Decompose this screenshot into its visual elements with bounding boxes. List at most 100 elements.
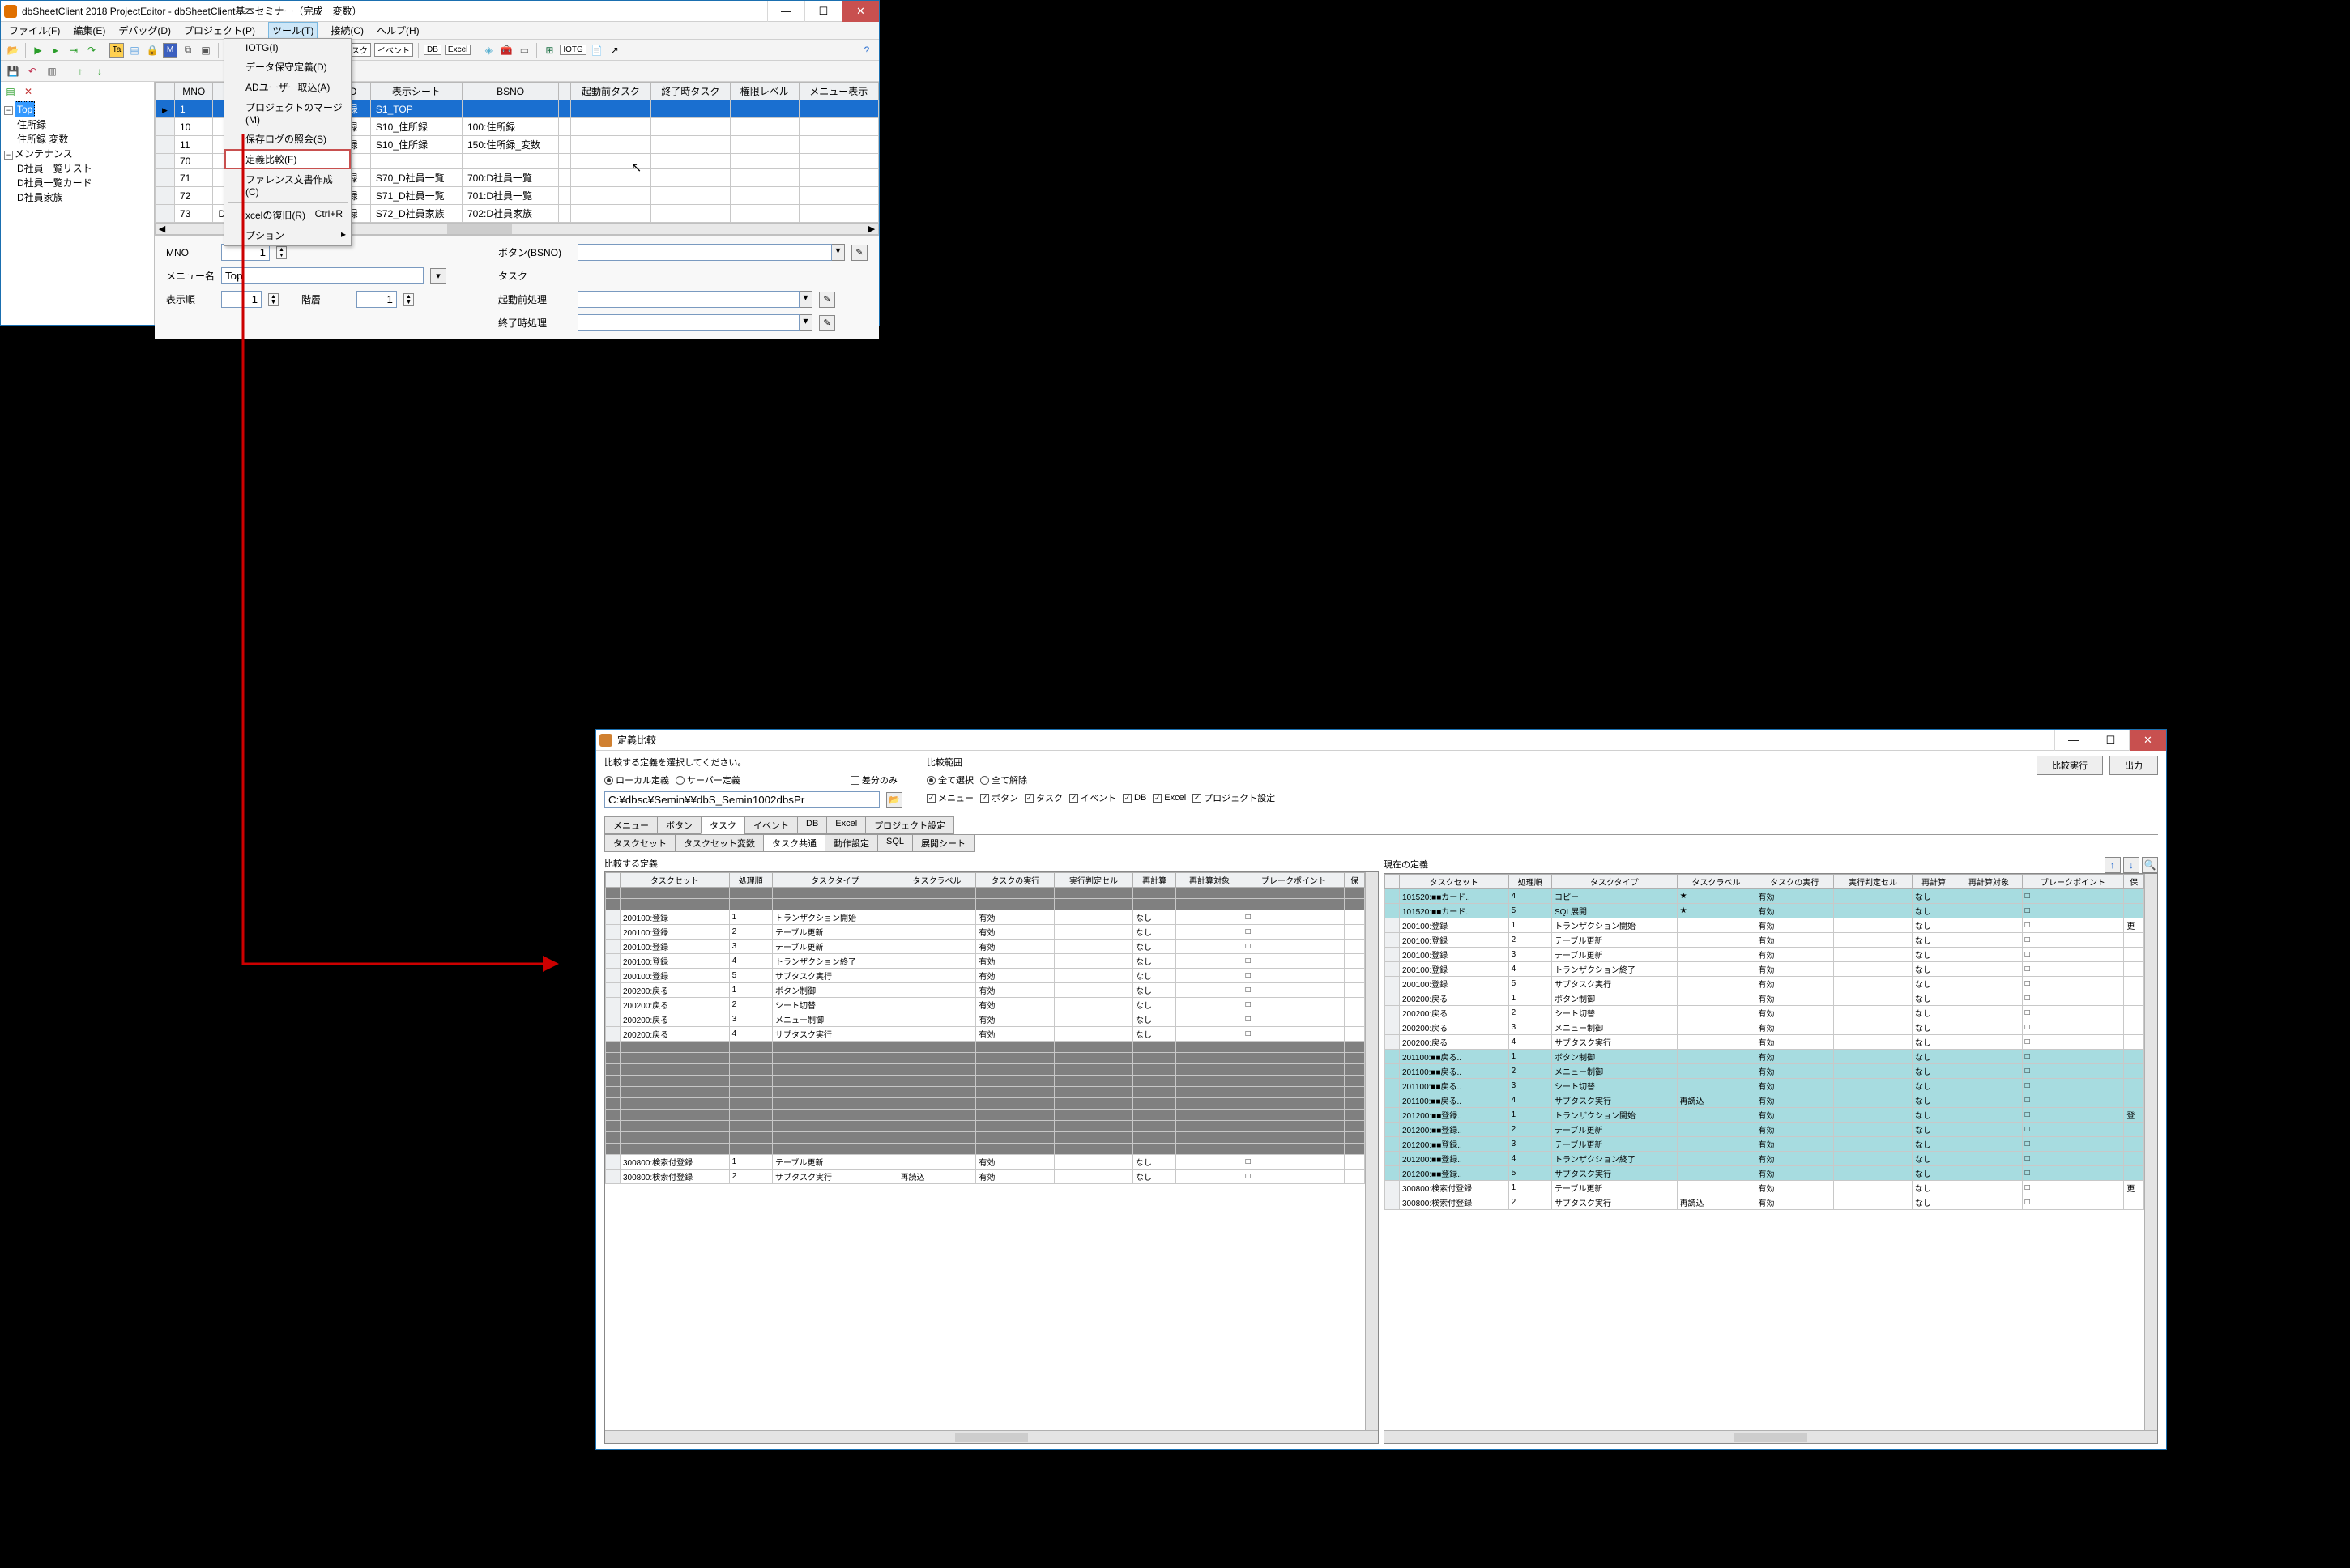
- row-header[interactable]: [1385, 991, 1400, 1006]
- tree-root[interactable]: −Top: [4, 101, 151, 117]
- cell[interactable]: 更: [2124, 1181, 2144, 1195]
- row-header[interactable]: [606, 983, 621, 998]
- col-header[interactable]: タスクセット: [1400, 875, 1509, 889]
- cell[interactable]: 有効: [1755, 991, 1834, 1006]
- cell[interactable]: [650, 205, 730, 223]
- cell[interactable]: [731, 169, 800, 187]
- v-scrollbar[interactable]: [1365, 872, 1378, 1430]
- menu-iotg[interactable]: IOTG(I): [224, 39, 351, 57]
- cell[interactable]: トランザクション開始: [1552, 1108, 1678, 1123]
- cell[interactable]: 有効: [1755, 1093, 1834, 1108]
- cell[interactable]: 1: [1508, 918, 1551, 933]
- cell[interactable]: [650, 187, 730, 205]
- scope-check[interactable]: イベント: [1069, 791, 1116, 804]
- col-header[interactable]: タスクの実行: [976, 873, 1055, 888]
- cell[interactable]: 200200:戻る: [1400, 991, 1509, 1006]
- cell[interactable]: [1834, 948, 1913, 962]
- cell[interactable]: □: [2022, 1152, 2124, 1166]
- lock-icon[interactable]: 🔒: [145, 43, 160, 58]
- row-header[interactable]: [1385, 1050, 1400, 1064]
- cell[interactable]: [1345, 969, 1365, 983]
- cell[interactable]: 101520:■■カード..: [1400, 889, 1509, 904]
- scope-check[interactable]: プロジェクト設定: [1192, 791, 1275, 804]
- cell[interactable]: [1055, 1012, 1133, 1027]
- cell[interactable]: 有効: [1755, 1006, 1834, 1020]
- cell[interactable]: □: [2022, 1181, 2124, 1195]
- cell[interactable]: □: [2022, 1050, 2124, 1064]
- cell[interactable]: なし: [1912, 1079, 1955, 1093]
- cell[interactable]: [731, 187, 800, 205]
- cell[interactable]: 1: [729, 1155, 772, 1170]
- scope-check[interactable]: DB: [1123, 793, 1146, 803]
- cell[interactable]: 有効: [1755, 1079, 1834, 1093]
- edit-button[interactable]: ✎: [851, 245, 868, 261]
- cell[interactable]: [1955, 1020, 2022, 1035]
- radio-server[interactable]: サーバー定義: [676, 773, 740, 786]
- cell[interactable]: 有効: [1755, 1123, 1834, 1137]
- v-scrollbar[interactable]: [2144, 874, 2157, 1430]
- cell[interactable]: [1176, 1012, 1243, 1027]
- cell[interactable]: [1834, 933, 1913, 948]
- cell[interactable]: [2124, 1020, 2144, 1035]
- cell[interactable]: なし: [1912, 1137, 1955, 1152]
- menu-savelog[interactable]: 保存ログの照会(S): [224, 129, 351, 149]
- cell[interactable]: 有効: [1755, 918, 1834, 933]
- col-header[interactable]: 権限レベル: [731, 83, 800, 100]
- toolbox-icon[interactable]: 🧰: [499, 43, 514, 58]
- cell[interactable]: □: [2022, 948, 2124, 962]
- row-header[interactable]: [1385, 1079, 1400, 1093]
- row-header[interactable]: [1385, 1006, 1400, 1020]
- cell[interactable]: なし: [1912, 1006, 1955, 1020]
- row-header[interactable]: [1385, 918, 1400, 933]
- cell[interactable]: [731, 118, 800, 136]
- cell[interactable]: [571, 100, 650, 118]
- pre-combo-input[interactable]: [578, 291, 800, 308]
- cell[interactable]: [1055, 969, 1133, 983]
- cell[interactable]: [559, 154, 571, 169]
- row-header[interactable]: [1385, 1108, 1400, 1123]
- play-icon[interactable]: ▶: [31, 43, 45, 58]
- cell[interactable]: [1677, 1152, 1755, 1166]
- cell[interactable]: [1677, 1108, 1755, 1123]
- cell[interactable]: [1834, 1093, 1913, 1108]
- cell[interactable]: 101520:■■カード..: [1400, 904, 1509, 918]
- cell[interactable]: 2: [729, 1170, 772, 1184]
- cell[interactable]: [1345, 1012, 1365, 1027]
- cell[interactable]: [650, 118, 730, 136]
- scope-check[interactable]: Excel: [1153, 793, 1186, 803]
- cell[interactable]: □: [1243, 983, 1345, 998]
- cell[interactable]: なし: [1912, 1181, 1955, 1195]
- play-sub-icon[interactable]: ▸: [49, 43, 63, 58]
- cell[interactable]: □: [1243, 910, 1345, 925]
- scope-check[interactable]: メニュー: [927, 791, 974, 804]
- cell[interactable]: [799, 187, 878, 205]
- cell[interactable]: 有効: [1755, 1035, 1834, 1050]
- row-header[interactable]: [606, 1027, 621, 1042]
- tab-メニュー[interactable]: メニュー: [604, 816, 658, 834]
- cell[interactable]: 201100:■■戻る..: [1400, 1050, 1509, 1064]
- cell[interactable]: 有効: [1755, 1181, 1834, 1195]
- cell[interactable]: [1834, 991, 1913, 1006]
- cell[interactable]: 201100:■■戻る..: [1400, 1093, 1509, 1108]
- row-header[interactable]: [606, 969, 621, 983]
- cell[interactable]: [1834, 962, 1913, 977]
- cell[interactable]: [2124, 1093, 2144, 1108]
- cell[interactable]: □: [2022, 1123, 2124, 1137]
- cell[interactable]: [1834, 1050, 1913, 1064]
- edit-button[interactable]: ✎: [819, 315, 835, 331]
- cell[interactable]: [462, 154, 558, 169]
- cell[interactable]: ボタン制御: [1552, 1050, 1678, 1064]
- cell[interactable]: なし: [1912, 933, 1955, 948]
- cell[interactable]: [898, 910, 976, 925]
- cell[interactable]: □: [1243, 1170, 1345, 1184]
- cell[interactable]: □: [1243, 969, 1345, 983]
- cell[interactable]: 100:住所録: [462, 118, 558, 136]
- cell[interactable]: トランザクション終了: [1552, 1152, 1678, 1166]
- cell[interactable]: [2124, 1035, 2144, 1050]
- tab-DB[interactable]: DB: [797, 816, 827, 834]
- cell[interactable]: なし: [1132, 1155, 1175, 1170]
- cell[interactable]: 有効: [1755, 962, 1834, 977]
- cell[interactable]: 有効: [1755, 1064, 1834, 1079]
- mno-spinner[interactable]: ▲▼: [276, 246, 287, 259]
- cell[interactable]: なし: [1912, 918, 1955, 933]
